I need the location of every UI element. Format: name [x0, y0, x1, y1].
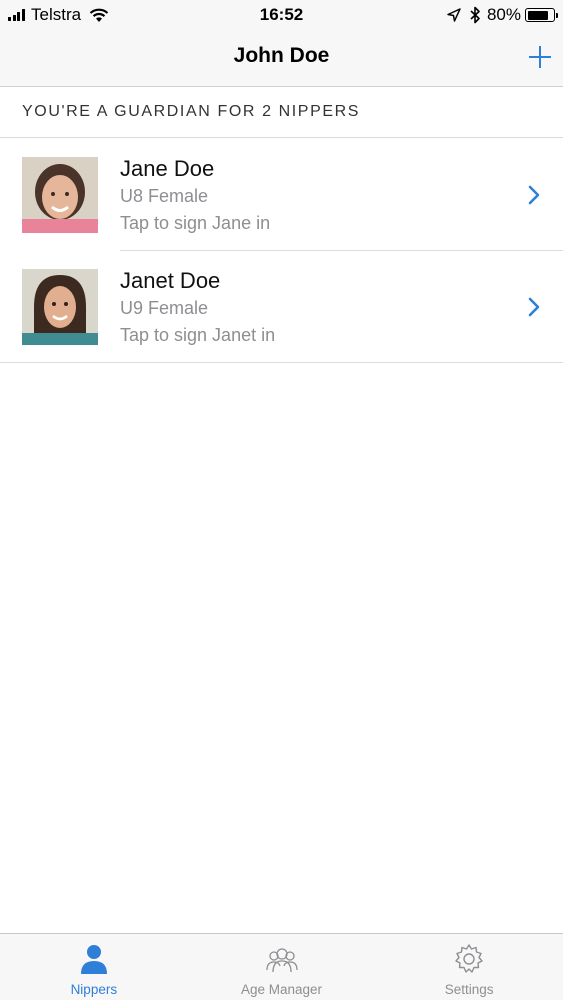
nipper-list: Jane Doe U8 Female Tap to sign Jane in J… — [0, 139, 563, 363]
guardian-count-label: YOU'RE A GUARDIAN FOR 2 NIPPERS — [22, 103, 361, 120]
status-right: 80% — [447, 5, 558, 25]
tab-label: Age Manager — [240, 982, 323, 997]
nipper-category: U8 Female — [120, 186, 209, 206]
battery-level — [527, 10, 548, 20]
tab-bar: Nippers Age Manager Settings — [0, 933, 563, 1000]
tab-label: Settings — [444, 982, 494, 997]
child-photo-icon — [22, 157, 98, 233]
person-icon — [80, 945, 107, 974]
child-photo-icon — [22, 269, 98, 345]
section-header: YOU'RE A GUARDIAN FOR 2 NIPPERS — [0, 88, 563, 138]
page-title: John Doe — [233, 44, 330, 67]
gear-icon — [455, 944, 483, 973]
nipper-row-jane[interactable]: Jane Doe U8 Female Tap to sign Jane in — [0, 139, 563, 251]
battery-percent: 80% — [486, 5, 521, 24]
plus-icon — [529, 46, 551, 68]
avatar — [22, 157, 98, 233]
add-nipper-button[interactable] — [527, 44, 553, 70]
tab-label: Nippers — [70, 982, 118, 997]
nipper-category: U9 Female — [120, 298, 209, 318]
chevron-right-icon — [528, 297, 540, 317]
nipper-name: Janet Doe — [120, 268, 221, 293]
location-arrow-icon — [447, 8, 461, 22]
status-bar: Telstra 16:52 80% — [0, 0, 563, 30]
navigation-bar: John Doe — [0, 30, 563, 87]
group-icon — [265, 948, 298, 973]
avatar — [22, 269, 98, 345]
sign-in-hint: Tap to sign Jane in — [120, 213, 271, 233]
nipper-name: Jane Doe — [120, 156, 215, 181]
bluetooth-icon — [470, 6, 480, 24]
chevron-right-icon — [528, 185, 540, 205]
tab-nippers[interactable]: Nippers — [0, 934, 188, 1000]
sign-in-hint: Tap to sign Janet in — [120, 325, 276, 345]
tab-age-manager[interactable]: Age Manager — [188, 934, 376, 1000]
tab-settings[interactable]: Settings — [375, 934, 563, 1000]
nipper-row-janet[interactable]: Janet Doe U9 Female Tap to sign Janet in — [0, 251, 563, 363]
battery-icon — [525, 8, 558, 22]
